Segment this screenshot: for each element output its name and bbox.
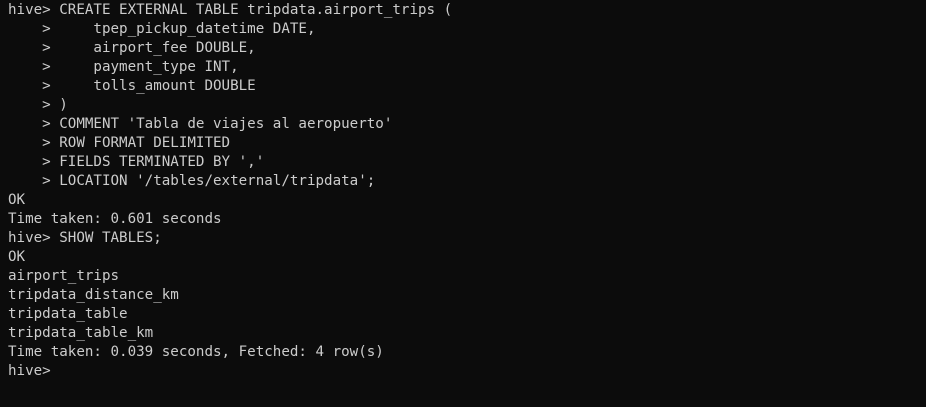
terminal-line: > COMMENT 'Tabla de viajes al aeropuerto… [8,116,393,132]
terminal-line: > tpep_pickup_datetime DATE, [8,21,316,37]
terminal-line: tripdata_table [8,306,128,322]
terminal-line: > airport_fee DOUBLE, [8,40,256,56]
terminal-line: airport_trips [8,268,120,284]
prompt-text: hive> [8,363,51,379]
terminal-output: hive> CREATE EXTERNAL TABLE tripdata.air… [8,1,452,381]
terminal-line: > payment_type INT, [8,59,239,75]
terminal-line: > FIELDS TERMINATED BY ',' [8,154,265,170]
terminal-line: OK [8,249,26,265]
terminal-line: OK [8,192,26,208]
terminal-line: > LOCATION '/tables/external/tripdata'; [8,173,376,189]
terminal-line: > ) [8,97,68,113]
terminal-line: tripdata_distance_km [8,287,179,303]
terminal-line: Time taken: 0.039 seconds, Fetched: 4 ro… [8,344,384,360]
terminal-line: tripdata_table_km [8,325,154,341]
terminal-line: hive> CREATE EXTERNAL TABLE tripdata.air… [8,2,453,18]
terminal-line: > ROW FORMAT DELIMITED [8,135,231,151]
terminal-window[interactable]: hive> CREATE EXTERNAL TABLE tripdata.air… [0,0,926,407]
command-prompt[interactable]: hive> [8,362,452,381]
terminal-line: hive> SHOW TABLES; [8,230,162,246]
terminal-line: > tolls_amount DOUBLE [8,78,256,94]
terminal-line: Time taken: 0.601 seconds [8,211,222,227]
